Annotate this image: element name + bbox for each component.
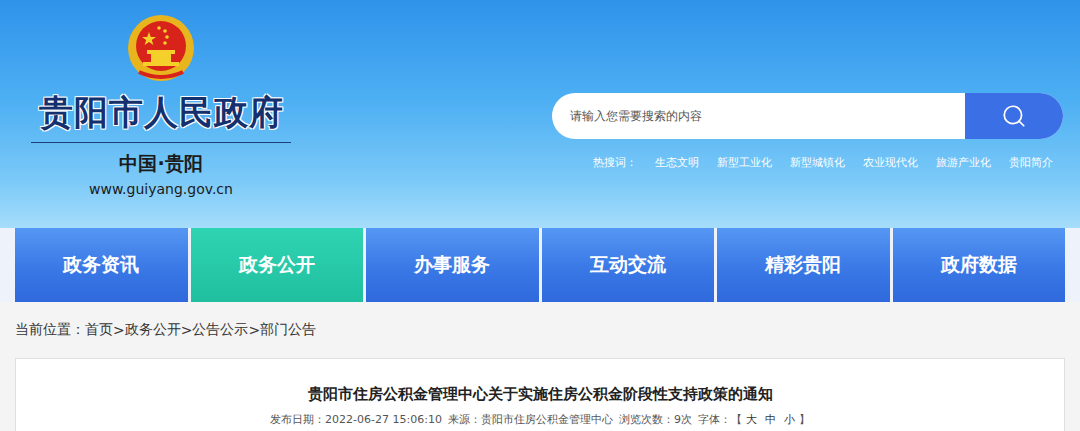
article-card: 贵阳市住房公积金管理中心关于实施住房公积金阶段性支持政策的通知发布日期：2022… [15, 358, 1065, 431]
nav-tab[interactable]: 政府数据 [893, 228, 1066, 302]
nav-tab[interactable]: 政务资讯 [15, 228, 188, 302]
site-url: www.guiyang.gov.cn [89, 181, 233, 197]
search-bar: 请输入您需要搜索的内容 [552, 93, 1063, 139]
breadcrumb-item[interactable]: 首页 [85, 321, 113, 339]
site-title: 贵阳市人民政府 [31, 90, 291, 143]
breadcrumb: 当前位置：首页>政务公开>公告公示>部门公告 [15, 302, 1065, 358]
header: 贵阳市人民政府中国·贵阳 www.guiyang.gov.cn 请输入您需要搜索的内… [0, 0, 1080, 228]
nav-tab[interactable]: 办事服务 [366, 228, 539, 302]
font-size-option[interactable]: 小 [784, 413, 795, 426]
hot-word[interactable]: 旅游产业化 [936, 155, 991, 170]
article-title: 贵阳市住房公积金管理中心关于实施住房公积金阶段性支持政策的通知 [308, 385, 773, 404]
font-size-option[interactable]: 大 [746, 413, 757, 426]
main-nav: 政务资讯政务公开办事服务互动交流精彩贵阳政府数据 [0, 228, 1080, 302]
hot-word[interactable]: 贵阳简介 [1009, 155, 1053, 170]
breadcrumb-separator: > [181, 322, 193, 338]
nav-tab[interactable]: 政务公开 [191, 228, 364, 302]
breadcrumb-item[interactable]: 政务公开 [125, 321, 181, 339]
search-button[interactable] [965, 93, 1063, 139]
hot-word[interactable]: 新型工业化 [717, 155, 772, 170]
breadcrumb-separator: > [113, 322, 125, 338]
search-area: 请输入您需要搜索的内容热搜词： 生态文明 新型工业化 新型城镇化 农业现代化 旅游产业化 贵… [552, 0, 1080, 228]
hot-word[interactable]: 生态文明 [655, 155, 699, 170]
breadcrumb-item[interactable]: 公告公示 [192, 321, 248, 339]
content: 当前位置：首页>政务公开>公告公示>部门公告贵阳市住房公积金管理中心关于实施住房… [0, 302, 1080, 431]
national-emblem-icon [125, 12, 197, 84]
search-input[interactable]: 请输入您需要搜索的内容 [552, 93, 965, 139]
breadcrumb-label: 当前位置： [15, 321, 85, 339]
hot-label: 热搜词： [593, 155, 637, 170]
brand[interactable]: 贵阳市人民政府中国·贵阳 www.guiyang.gov.cn [0, 0, 300, 228]
font-size-control: 字体：【大中小】 [698, 412, 810, 427]
page: 贵阳市人民政府中国·贵阳 www.guiyang.gov.cn 请输入您需要搜索的内… [0, 0, 1080, 431]
nav-tab[interactable]: 互动交流 [542, 228, 715, 302]
hot-word[interactable]: 农业现代化 [863, 155, 918, 170]
hot-words: 热搜词： 生态文明 新型工业化 新型城镇化 农业现代化 旅游产业化 贵阳简介 [593, 155, 1063, 170]
breadcrumb-item[interactable]: 部门公告 [260, 321, 316, 339]
article-meta: 发布日期：2022-06-27 15:06:10 来源：贵阳市住房公积金管理中心浏… [270, 412, 810, 427]
meta-item: 浏览次数：9次 [619, 412, 692, 427]
font-size-option[interactable]: 中 [765, 413, 776, 426]
nav-tab[interactable]: 精彩贵阳 [717, 228, 890, 302]
breadcrumb-separator: > [248, 322, 260, 338]
hot-word[interactable]: 新型城镇化 [790, 155, 845, 170]
meta-item: 发布日期：2022-06-27 15:06:10 [270, 412, 442, 427]
search-icon [1001, 103, 1027, 129]
meta-item: 来源：贵阳市住房公积金管理中心 [448, 412, 613, 427]
site-subtitle: 中国·贵阳 [119, 151, 202, 177]
